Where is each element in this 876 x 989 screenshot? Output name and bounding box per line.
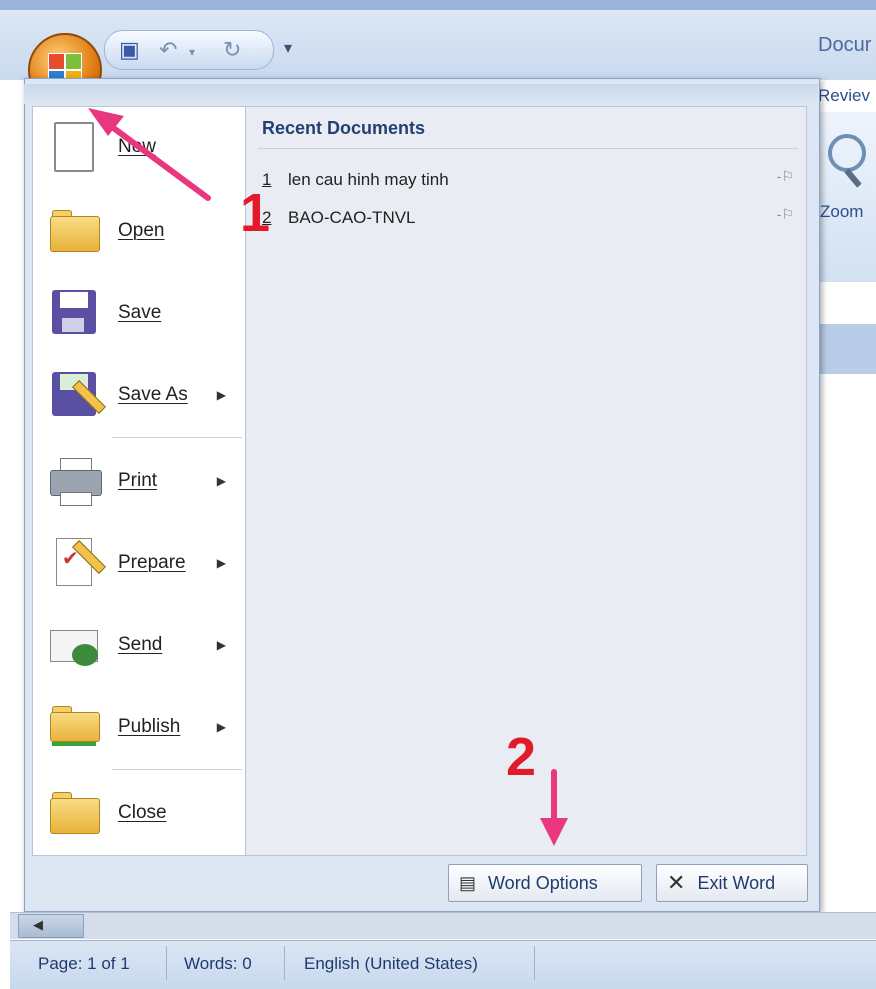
menu-item-publish-label: Publish: [118, 716, 181, 737]
menu-item-save-as-label: Save As: [118, 384, 188, 405]
undo-icon[interactable]: ↶: [159, 37, 177, 63]
status-page[interactable]: Page: 1 of 1: [38, 954, 130, 974]
recent-documents-divider: [258, 148, 798, 149]
pin-icon[interactable]: -⚐: [777, 206, 794, 223]
open-folder-icon: [46, 206, 102, 256]
customize-qat-icon[interactable]: ▾: [284, 38, 292, 58]
close-icon: ✕: [667, 870, 686, 895]
menu-item-publish[interactable]: Publish ▶: [36, 688, 242, 766]
submenu-arrow-icon: ▶: [216, 388, 226, 402]
submenu-arrow-icon: ▶: [216, 638, 226, 652]
zoom-icon[interactable]: [828, 134, 866, 172]
prepare-icon: ✔: [46, 538, 106, 588]
window-top-strip: [0, 0, 876, 10]
menu-item-print-label: Print: [118, 470, 158, 491]
recent-document-name: BAO-CAO-TNVL: [288, 208, 416, 227]
send-icon: [46, 620, 102, 670]
quick-access-toolbar: ▣ ↶ ▾ ↻: [104, 30, 274, 70]
menu-separator: [112, 437, 242, 438]
recent-documents-title: Recent Documents: [262, 118, 426, 138]
document-area-edge: [818, 324, 876, 374]
menu-item-close[interactable]: Close: [36, 774, 242, 852]
status-language[interactable]: English (United States): [304, 954, 478, 974]
zoom-label[interactable]: Zoom: [820, 202, 863, 222]
undo-dropdown-icon[interactable]: ▾: [189, 45, 195, 59]
annotation-step-1: 1: [240, 183, 271, 243]
menu-item-save[interactable]: Save: [36, 274, 242, 352]
status-divider: [534, 946, 535, 980]
menu-item-send[interactable]: Send ▶: [36, 606, 242, 684]
annotation-arrow-1: [88, 108, 211, 201]
menu-item-close-label: Close: [118, 802, 167, 823]
horizontal-scrollbar[interactable]: [10, 912, 876, 939]
scroll-left-icon: ◀: [33, 917, 43, 932]
menu-item-save-as[interactable]: Save As ▶: [36, 356, 242, 434]
word-options-icon: ▤: [459, 872, 477, 893]
pin-icon[interactable]: -⚐: [777, 168, 794, 185]
recent-document-item[interactable]: 2 BAO-CAO-TNVL -⚐: [258, 204, 798, 234]
status-words[interactable]: Words: 0: [184, 954, 252, 974]
annotation-step-2: 2: [506, 727, 537, 787]
recent-document-item[interactable]: 1 len cau hinh may tinh -⚐: [258, 166, 798, 196]
printer-icon: [46, 456, 102, 506]
exit-word-button[interactable]: ✕ Exit Word: [656, 864, 808, 902]
menu-item-send-label: Send: [118, 634, 163, 655]
submenu-arrow-icon: ▶: [216, 720, 226, 734]
menu-item-open-label: Open: [118, 220, 165, 241]
redo-icon[interactable]: ↻: [223, 37, 241, 63]
menu-item-save-label: Save: [118, 302, 162, 323]
exit-word-label: Exit Word: [697, 872, 776, 893]
tab-review[interactable]: Reviev: [818, 86, 870, 106]
annotation-arrow-2: [540, 769, 568, 846]
menu-item-prepare-label: Prepare: [118, 552, 186, 573]
window-title: Docur: [818, 34, 872, 56]
menu-item-print[interactable]: Print ▶: [36, 442, 242, 520]
submenu-arrow-icon: ▶: [216, 556, 226, 570]
menu-item-prepare[interactable]: ✔ Prepare ▶: [36, 524, 242, 602]
word-options-label: Word Options: [488, 872, 598, 893]
save-icon[interactable]: ▣: [119, 37, 140, 63]
save-floppy-icon: [46, 288, 102, 338]
word-options-button[interactable]: ▤ Word Options: [448, 864, 642, 902]
status-divider: [166, 946, 167, 980]
status-divider: [284, 946, 285, 980]
ruler: [818, 300, 876, 325]
publish-icon: [46, 702, 102, 752]
menu-separator: [112, 769, 242, 770]
recent-document-name: len cau hinh may tinh: [288, 170, 449, 189]
scroll-left-button[interactable]: ◀: [18, 914, 84, 938]
submenu-arrow-icon: ▶: [216, 474, 226, 488]
save-as-icon: [46, 370, 106, 420]
close-folder-icon: [46, 788, 102, 838]
